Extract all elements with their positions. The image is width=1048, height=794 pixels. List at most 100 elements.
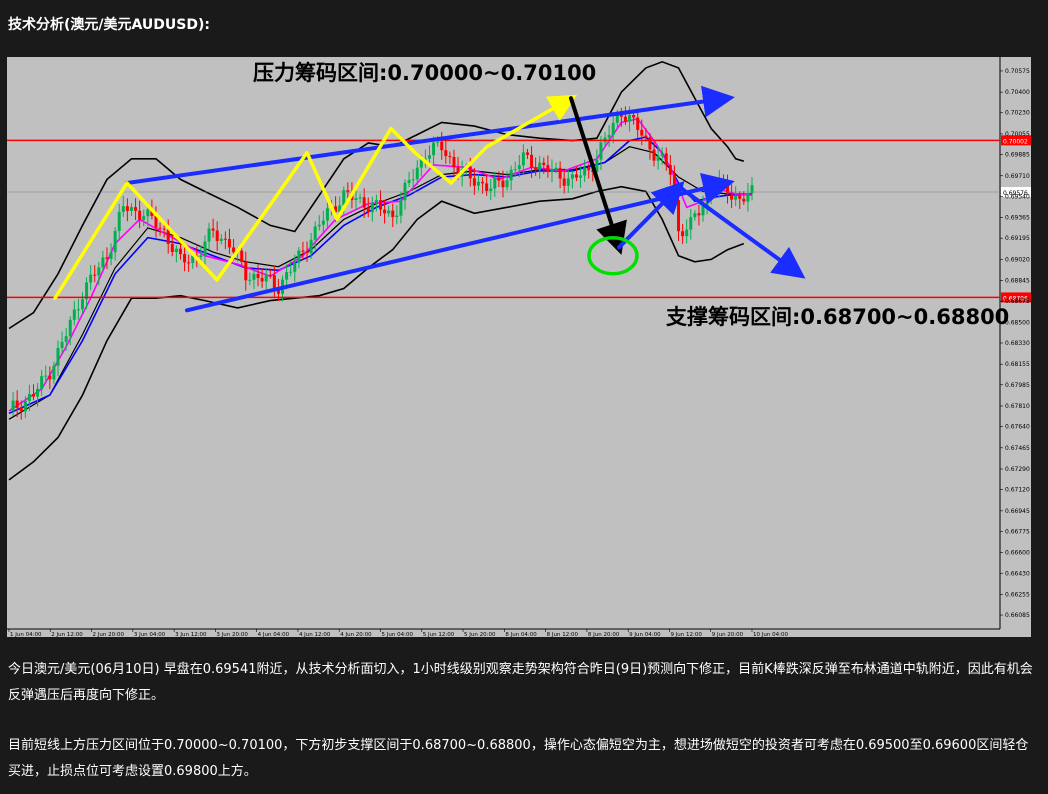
candle-body [481, 181, 485, 184]
candle-body [146, 209, 150, 217]
candle-body [558, 167, 562, 179]
candle-body [689, 217, 693, 230]
candle-body [134, 207, 138, 211]
candle-body [440, 141, 444, 151]
candle-body [472, 178, 476, 186]
x-tick-label: 4 Jun 12:00 [299, 632, 331, 637]
candle-body [44, 375, 48, 377]
x-tick-label: 5 Jun 20:00 [464, 632, 496, 637]
y-tick-label: 0.67810 [1005, 403, 1030, 410]
candle-body [40, 376, 44, 389]
candle-body [240, 250, 244, 262]
y-tick-label: 0.69710 [1005, 173, 1030, 180]
candle-body [362, 197, 366, 208]
candle-body [534, 167, 538, 171]
candle-body [668, 165, 672, 175]
candle-body [183, 254, 187, 263]
candle-body [468, 166, 472, 179]
page-heading: 技术分析(澳元/美元AUDUSD): [8, 17, 210, 33]
candle-body [599, 142, 603, 160]
candle-body [211, 228, 215, 231]
candle-body [301, 250, 305, 252]
y-tick-label: 0.66085 [1005, 612, 1030, 619]
candle-body [219, 238, 223, 241]
candle-body [697, 213, 701, 216]
candle-body [117, 211, 121, 231]
candle-body [121, 206, 125, 212]
candle-body [313, 226, 317, 240]
candle-body [713, 187, 717, 194]
candle-body [652, 149, 656, 161]
candle-body [325, 208, 329, 221]
candle-body [305, 251, 309, 254]
candle-body [97, 267, 101, 276]
candle-body [244, 261, 248, 281]
candle-body [170, 243, 174, 253]
candle-body [64, 336, 68, 342]
candle-body [517, 165, 521, 170]
y-tick-label: 0.66945 [1005, 508, 1030, 515]
candle-body [607, 135, 611, 138]
candle-body [427, 155, 431, 159]
candle-body [248, 279, 252, 281]
candle-body [23, 400, 27, 412]
candle-body [162, 228, 166, 230]
candle-body [321, 220, 325, 225]
candle-body [27, 394, 31, 401]
y-tick-label: 0.70230 [1005, 110, 1030, 117]
candle-body [623, 116, 627, 122]
candle-body [562, 178, 566, 186]
analysis-paragraph-2: 目前短线上方压力区间位于0.70000~0.70100，下方初步支撑区间于0.6… [8, 738, 1029, 779]
candle-body [497, 177, 501, 181]
candle-body [436, 141, 440, 143]
candle-body [256, 273, 260, 278]
x-tick-label: 3 Jun 04:00 [134, 632, 166, 637]
candle-body [11, 400, 15, 411]
candle-body [521, 152, 525, 166]
candle-body [354, 198, 358, 201]
candle-body [268, 274, 272, 276]
y-tick-label: 0.69365 [1005, 215, 1030, 222]
candle-body [260, 277, 264, 282]
y-tick-label: 0.66255 [1005, 591, 1030, 598]
candle-body [105, 257, 109, 259]
candle-body [734, 195, 738, 200]
candle-body [513, 169, 517, 171]
candle-body [387, 210, 391, 214]
candle-body [399, 200, 403, 216]
y-tick-label: 0.70055 [1005, 131, 1030, 138]
candle-body [660, 153, 664, 157]
y-tick-label: 0.70575 [1005, 68, 1030, 75]
candle-body [693, 213, 697, 218]
candle-body [264, 274, 268, 282]
candle-body [730, 194, 734, 200]
candle-body [379, 200, 382, 210]
candle-body [485, 183, 489, 191]
y-tick-label: 0.66600 [1005, 550, 1030, 557]
candle-body [15, 400, 19, 408]
candle-body [632, 115, 636, 118]
candle-body [60, 341, 64, 348]
candle-body [366, 207, 370, 213]
candle-body [158, 227, 162, 229]
candle-body [383, 209, 387, 214]
candle-body [227, 239, 231, 248]
candle-body [505, 180, 509, 188]
candle-body [19, 407, 23, 412]
candle-body [648, 137, 652, 150]
x-tick-label: 3 Jun 20:00 [216, 632, 248, 637]
candle-body [444, 150, 448, 157]
candle-body [681, 231, 685, 237]
y-tick-label: 0.68155 [1005, 361, 1030, 368]
candle-body [207, 228, 211, 242]
candle-body [746, 193, 750, 202]
y-tick-label: 0.67120 [1005, 487, 1030, 494]
candle-body [317, 224, 321, 227]
x-tick-label: 2 Jun 12:00 [51, 632, 83, 637]
candle-body [374, 200, 378, 204]
candle-body [538, 162, 542, 171]
y-tick-label: 0.69195 [1005, 235, 1030, 242]
candle-body [566, 178, 570, 186]
candle-body [738, 195, 742, 199]
x-tick-label: 9 Jun 12:00 [670, 632, 702, 637]
